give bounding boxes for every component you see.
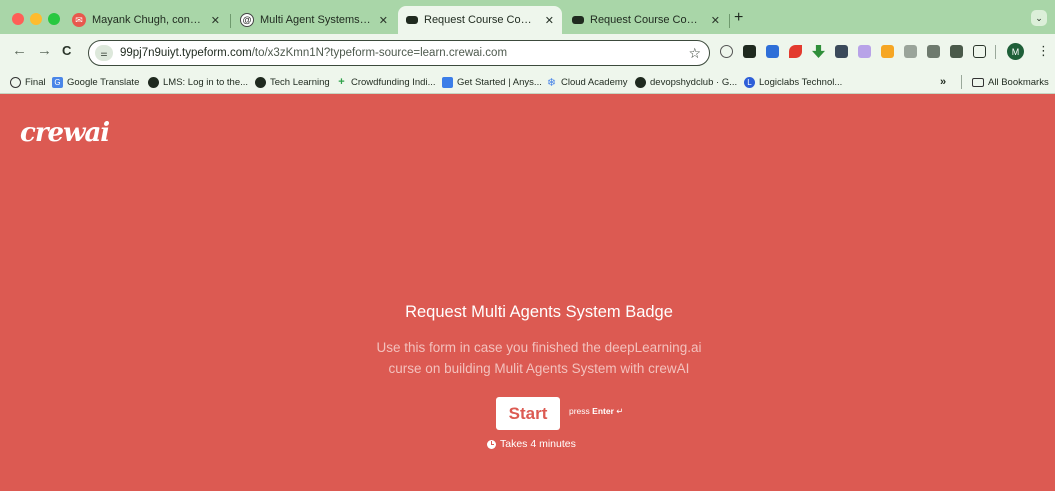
bookmark-label: Final (25, 76, 46, 88)
bookmark-devopshydclub[interactable]: devopshydclub · G... (635, 74, 737, 90)
bookmarks-overflow-button[interactable]: » (940, 74, 946, 90)
bookmark-label: Tech Learning (270, 76, 330, 88)
forward-button[interactable]: → (37, 43, 52, 59)
globe-icon (255, 76, 266, 88)
tab-mayank-chugh[interactable]: ✉ Mayank Chugh, congratulatio ✕ (64, 6, 228, 34)
tab-title: Mayank Chugh, congratulatio (92, 14, 205, 26)
window-close-button[interactable] (12, 13, 24, 25)
logiclabs-icon: L (744, 76, 755, 88)
extension-shield-icon[interactable] (835, 45, 848, 58)
bookmark-label: Crowdfunding Indi... (351, 76, 436, 88)
start-button[interactable]: Start (496, 397, 560, 430)
tab-title: Request Course Completion I (424, 14, 539, 26)
extension-cat-icon[interactable] (858, 45, 871, 58)
tab-request-course-completion[interactable]: Request Course Completion I ✕ (564, 6, 728, 34)
time-estimate-label: Takes 4 minutes (500, 438, 576, 450)
bookmark-final[interactable]: Final (10, 74, 46, 90)
browser-toolbar: ← → C ⚌ 99pj7n9uiyt.typeform.com/to/x3zK… (0, 34, 1055, 70)
tab-separator (729, 14, 730, 28)
spiral-icon: @ (240, 13, 254, 27)
window-minimize-button[interactable] (30, 13, 42, 25)
bookmark-label: Google Translate (67, 76, 140, 88)
window-zoom-button[interactable] (48, 13, 60, 25)
toolbar-separator (995, 45, 996, 59)
extension-orange-icon[interactable] (881, 45, 894, 58)
bookmarks-bar: Final G Google Translate LMS: Log in to … (0, 70, 1055, 94)
bookmark-tech-learning[interactable]: Tech Learning (255, 74, 330, 90)
bookmark-anys[interactable]: Get Started | Anys... (442, 74, 542, 90)
bookmark-label: All Bookmarks (988, 76, 1049, 88)
typeform-icon (406, 16, 418, 24)
bookmark-label: Get Started | Anys... (457, 76, 542, 88)
site-info-icon[interactable]: ⚌ (95, 45, 113, 61)
tab-separator (230, 14, 231, 28)
address-bar[interactable]: ⚌ 99pj7n9uiyt.typeform.com/to/x3zKmn1N?t… (88, 40, 710, 66)
bookmark-label: devopshydclub · G... (650, 76, 738, 88)
press-enter-hint: press Enter ↵ (569, 406, 623, 417)
reload-button[interactable]: C (62, 43, 71, 59)
tab-title: Request Course Completion I (590, 14, 705, 26)
clock-icon (10, 76, 21, 88)
typeform-icon (572, 16, 584, 24)
envelope-icon: ✉ (72, 13, 86, 27)
bookmarks-separator (961, 75, 962, 89)
bookmark-label: LMS: Log in to the... (163, 76, 249, 88)
extension-download-icon[interactable] (812, 45, 825, 58)
url-path: /to/x3zKmn1N?typeform-source=learn.crewa… (251, 47, 508, 59)
press-label: press (569, 406, 590, 416)
extension-n-icon[interactable] (766, 45, 779, 58)
tab-request-course-completion-active[interactable]: Request Course Completion I ✕ (398, 6, 562, 34)
bookmark-cloud-academy[interactable]: ❄ Cloud Academy (546, 74, 628, 90)
extension-grey-icon[interactable] (904, 45, 917, 58)
translate-icon: G (52, 76, 63, 88)
bookmark-crowdfunding[interactable]: + Crowdfunding Indi... (336, 74, 436, 90)
tab-close-icon[interactable]: ✕ (373, 14, 388, 27)
globe-icon (148, 76, 159, 88)
bookmark-label: Cloud Academy (561, 76, 628, 88)
form-description-line: curse on building Mulit Agents System wi… (388, 361, 690, 376)
grid-icon (442, 76, 453, 88)
back-button[interactable]: ← (12, 43, 27, 59)
bookmark-label: Logiclabs Technol... (759, 76, 843, 88)
plus-icon: + (338, 76, 345, 88)
tab-close-icon[interactable]: ✕ (705, 14, 720, 27)
new-tab-button[interactable]: + (734, 10, 743, 26)
tab-search-button[interactable]: ⌄ (1031, 10, 1047, 26)
bookmark-logiclabs[interactable]: L Logiclabs Technol... (744, 74, 842, 90)
tab-close-icon[interactable]: ✕ (539, 14, 554, 27)
url-host: 99pj7n9uiyt.typeform.com (120, 47, 252, 59)
form-description: Use this form in case you finished the d… (300, 337, 778, 379)
tab-strip: ✉ Mayank Chugh, congratulatio ✕ @ Multi … (0, 0, 1055, 34)
enter-key-label: Enter (592, 406, 614, 416)
extension-megaphone-icon[interactable] (789, 45, 802, 58)
bookmark-star-icon[interactable]: ☆ (688, 45, 701, 62)
form-title: Request Multi Agents System Badge (405, 303, 673, 321)
time-estimate: Takes 4 minutes (487, 438, 576, 450)
folder-icon (972, 77, 984, 87)
tab-close-icon[interactable]: ✕ (205, 14, 220, 27)
profile-avatar[interactable]: M (1007, 43, 1024, 60)
crewai-logo: crewai (20, 118, 110, 148)
typeform-page: crewai Request Multi Agents System Badge… (0, 95, 1055, 491)
browser-menu-icon[interactable]: ⋮ (1037, 43, 1050, 59)
bookmark-lms[interactable]: LMS: Log in to the... (148, 74, 248, 90)
form-description-line: Use this form in case you finished the d… (376, 340, 702, 355)
snowflake-icon: ❄ (546, 76, 557, 89)
extension-lens-icon[interactable] (720, 45, 733, 58)
tab-title: Multi Agent Systems and how (260, 14, 373, 26)
clock-icon (487, 439, 496, 449)
extension-dark-grey-icon[interactable] (927, 45, 940, 58)
bookmark-google-translate[interactable]: G Google Translate (52, 74, 139, 90)
github-icon (635, 76, 646, 88)
extension-box-icon[interactable] (743, 45, 756, 58)
extension-stack-icon[interactable] (950, 45, 963, 58)
tab-multi-agent-systems[interactable]: @ Multi Agent Systems and how ✕ (232, 6, 396, 34)
all-bookmarks-button[interactable]: All Bookmarks (972, 74, 1049, 90)
extensions-puzzle-icon[interactable] (973, 45, 986, 58)
enter-key-icon: ↵ (616, 406, 624, 416)
